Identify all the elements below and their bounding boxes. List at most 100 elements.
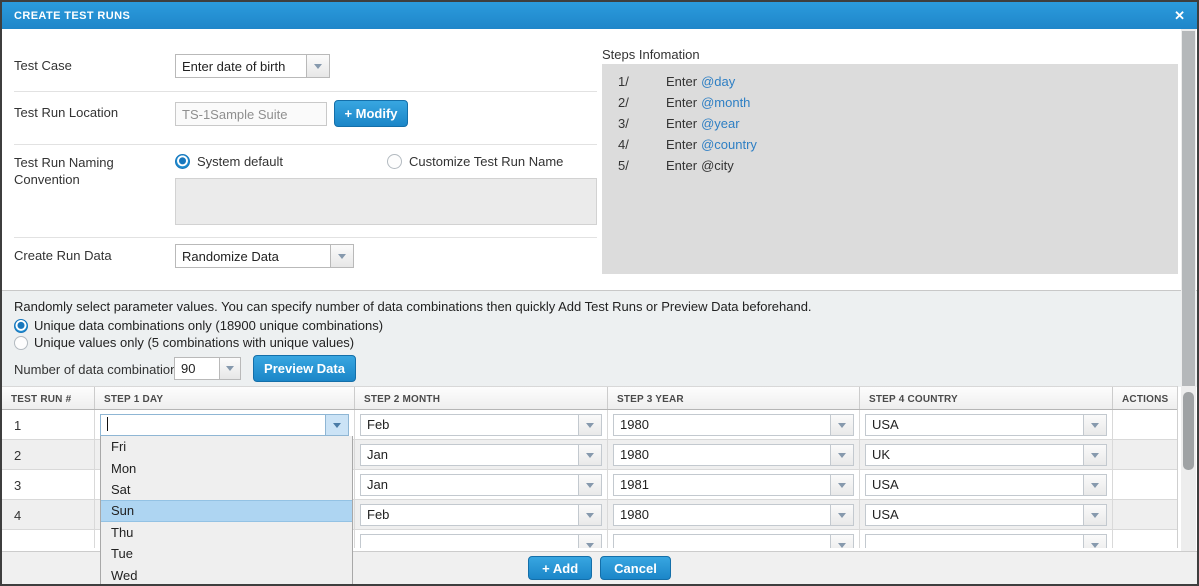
month-cell: Jan [355,470,608,500]
step-parameter-link[interactable]: @month [701,94,750,111]
country-combobox[interactable]: USA [865,504,1107,526]
combinations-count-combobox[interactable]: 90 [174,357,241,380]
chevron-down-button[interactable] [579,534,602,548]
chevron-down-icon [338,254,346,259]
day-combobox-open[interactable] [100,414,349,436]
chevron-down-button[interactable] [331,244,354,268]
unique-values-radio[interactable]: Unique values only (5 combinations with … [14,335,1185,350]
step-parameter-link[interactable]: @country [701,136,757,153]
chevron-down-button[interactable] [1084,414,1107,436]
chevron-down-button[interactable] [326,414,349,436]
modify-button[interactable]: + Modify [334,100,408,127]
combinations-count-label: Number of data combinations [14,362,184,377]
year-combobox[interactable]: 1980 [613,444,854,466]
month-value[interactable]: Jan [360,474,579,496]
radio-selected-icon[interactable] [175,154,190,169]
radio-unselected-icon[interactable] [14,336,28,350]
dropdown-option-highlighted[interactable]: Sun [101,500,352,521]
create-run-data-combobox[interactable]: Randomize Data [175,244,354,268]
chevron-down-button[interactable] [831,504,854,526]
chevron-down-button[interactable] [579,474,602,496]
country-combobox[interactable]: USA [865,414,1107,436]
custom-name-textarea [175,178,597,225]
chevron-down-button[interactable] [579,504,602,526]
month-value[interactable]: Feb [360,504,579,526]
month-combobox[interactable]: Jan [360,444,602,466]
month-combobox[interactable] [360,534,602,548]
country-value[interactable]: USA [865,414,1084,436]
dialog-scrollbar-track[interactable] [1181,29,1196,551]
year-combobox[interactable]: 1981 [613,474,854,496]
month-combobox[interactable]: Feb [360,414,602,436]
cancel-button[interactable]: Cancel [600,556,671,580]
test-case-dropdown-button[interactable] [307,54,330,78]
step-parameter-link[interactable]: @day [701,73,735,90]
close-icon[interactable]: ✕ [1174,9,1185,22]
table-scrollbar-thumb[interactable] [1183,392,1194,470]
naming-radio-system-default[interactable]: System default [175,154,283,169]
dropdown-option[interactable]: Sat [101,479,352,500]
chevron-down-button[interactable] [579,414,602,436]
year-combobox[interactable] [613,534,854,548]
country-value[interactable]: USA [865,474,1084,496]
test-case-combobox[interactable]: Enter date of birth [175,54,330,78]
test-run-location-label: Test Run Location [14,105,118,120]
year-combobox[interactable]: 1980 [613,414,854,436]
day-value[interactable] [100,414,326,436]
year-value[interactable]: 1980 [613,444,831,466]
country-combobox[interactable] [865,534,1107,548]
country-combobox[interactable]: UK [865,444,1107,466]
month-value[interactable] [360,534,579,548]
month-combobox[interactable]: Jan [360,474,602,496]
actions-cell [1113,470,1177,500]
country-value[interactable] [865,534,1084,548]
radio-unselected-icon[interactable] [387,154,402,169]
year-value[interactable] [613,534,831,548]
chevron-down-button[interactable] [831,444,854,466]
step-parameter-link[interactable]: @year [701,115,740,132]
chevron-down-button[interactable] [1084,444,1107,466]
country-combobox[interactable]: USA [865,474,1107,496]
month-combobox[interactable]: Feb [360,504,602,526]
actions-cell [1113,440,1177,470]
step-number: 4/ [618,136,650,153]
country-value[interactable]: USA [865,504,1084,526]
country-cell: USA [860,410,1113,440]
chevron-down-button[interactable] [1084,504,1107,526]
year-value[interactable]: 1981 [613,474,831,496]
chevron-down-button[interactable] [831,414,854,436]
unique-combinations-radio[interactable]: Unique data combinations only (18900 uni… [14,318,1185,333]
radio-selected-icon[interactable] [14,319,28,333]
create-run-data-value[interactable]: Randomize Data [175,244,331,268]
dropdown-option[interactable]: Fri [101,436,352,457]
test-case-value[interactable]: Enter date of birth [175,54,307,78]
chevron-down-icon [586,513,594,518]
step-number: 5/ [618,157,650,174]
chevron-down-icon [314,64,322,69]
dropdown-option[interactable]: Wed [101,564,352,585]
dialog-scrollbar-thumb[interactable] [1182,31,1195,386]
chevron-down-button[interactable] [1084,474,1107,496]
chevron-down-button[interactable] [220,357,241,380]
naming-radio-customize[interactable]: Customize Test Run Name [387,154,563,169]
dropdown-option[interactable]: Mon [101,457,352,478]
chevron-down-button[interactable] [1084,534,1107,548]
year-cell: 1980 [608,440,860,470]
year-combobox[interactable]: 1980 [613,504,854,526]
year-value[interactable]: 1980 [613,504,831,526]
chevron-down-icon [1091,513,1099,518]
month-value[interactable]: Feb [360,414,579,436]
chevron-down-button[interactable] [831,534,854,548]
preview-data-button[interactable]: Preview Data [253,355,356,382]
month-value[interactable]: Jan [360,444,579,466]
actions-cell [1113,500,1177,530]
combinations-count-value[interactable]: 90 [174,357,220,380]
chevron-down-button[interactable] [579,444,602,466]
year-value[interactable]: 1980 [613,414,831,436]
chevron-down-button[interactable] [831,474,854,496]
dropdown-option[interactable]: Thu [101,522,352,543]
add-button[interactable]: + Add [528,556,592,580]
country-value[interactable]: UK [865,444,1084,466]
dropdown-option[interactable]: Tue [101,543,352,564]
randomize-description: Randomly select parameter values. You ca… [14,299,1185,314]
